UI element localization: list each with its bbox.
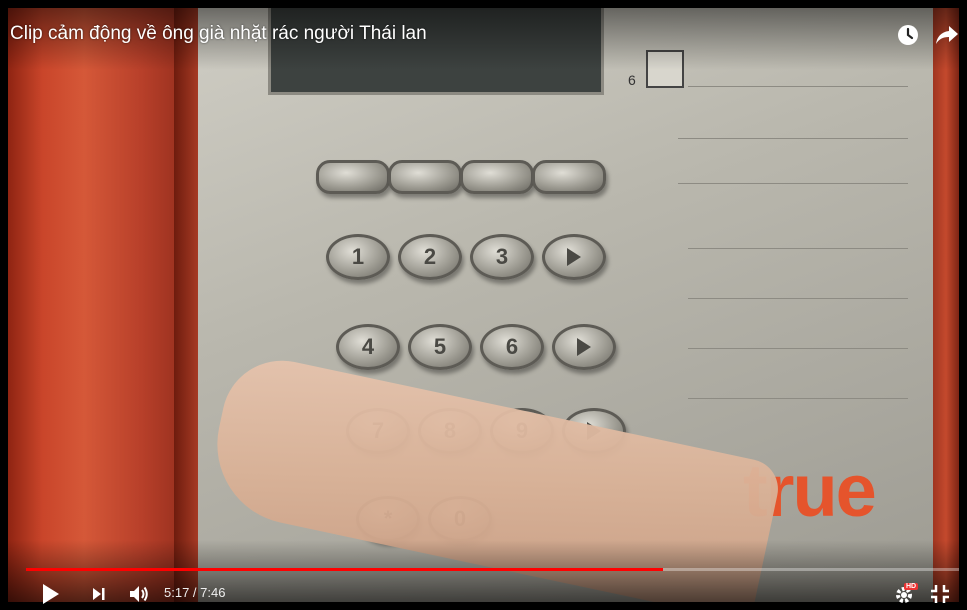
share-arrow-icon[interactable]: [935, 24, 959, 46]
function-key-2: [388, 160, 462, 194]
video-player[interactable]: 6 1 2 3 4 5 6 7 8 9 *: [0, 0, 967, 610]
progress-fill: [26, 568, 664, 571]
keypad-key: 4: [336, 324, 400, 370]
keypad-arrow-key: [552, 324, 616, 370]
keypad-key: 1: [326, 234, 390, 280]
play-icon[interactable]: [42, 583, 60, 605]
function-key-3: [460, 160, 534, 194]
function-key-1: [316, 160, 390, 194]
keypad-arrow-key: [542, 234, 606, 280]
progress-bar[interactable]: [26, 568, 959, 571]
clock-icon[interactable]: [897, 24, 919, 46]
video-title[interactable]: Clip cảm động về ông già nhặt rác người …: [10, 23, 427, 45]
keypad-key: 2: [398, 234, 462, 280]
volume-icon[interactable]: [128, 583, 150, 605]
phone-housing-left: [8, 8, 198, 602]
next-icon[interactable]: [92, 583, 106, 605]
panel-number: 6: [628, 72, 636, 88]
video-frame[interactable]: 6 1 2 3 4 5 6 7 8 9 *: [8, 8, 959, 602]
keypad-key: 6: [480, 324, 544, 370]
time-display: 5:17 / 7:46: [164, 585, 226, 600]
keypad-key: 5: [408, 324, 472, 370]
function-key-4: [532, 160, 606, 194]
phone-housing-right: [933, 8, 959, 602]
hd-badge: HD: [904, 583, 919, 590]
exit-fullscreen-icon[interactable]: [930, 583, 950, 605]
keypad-key: 3: [470, 234, 534, 280]
